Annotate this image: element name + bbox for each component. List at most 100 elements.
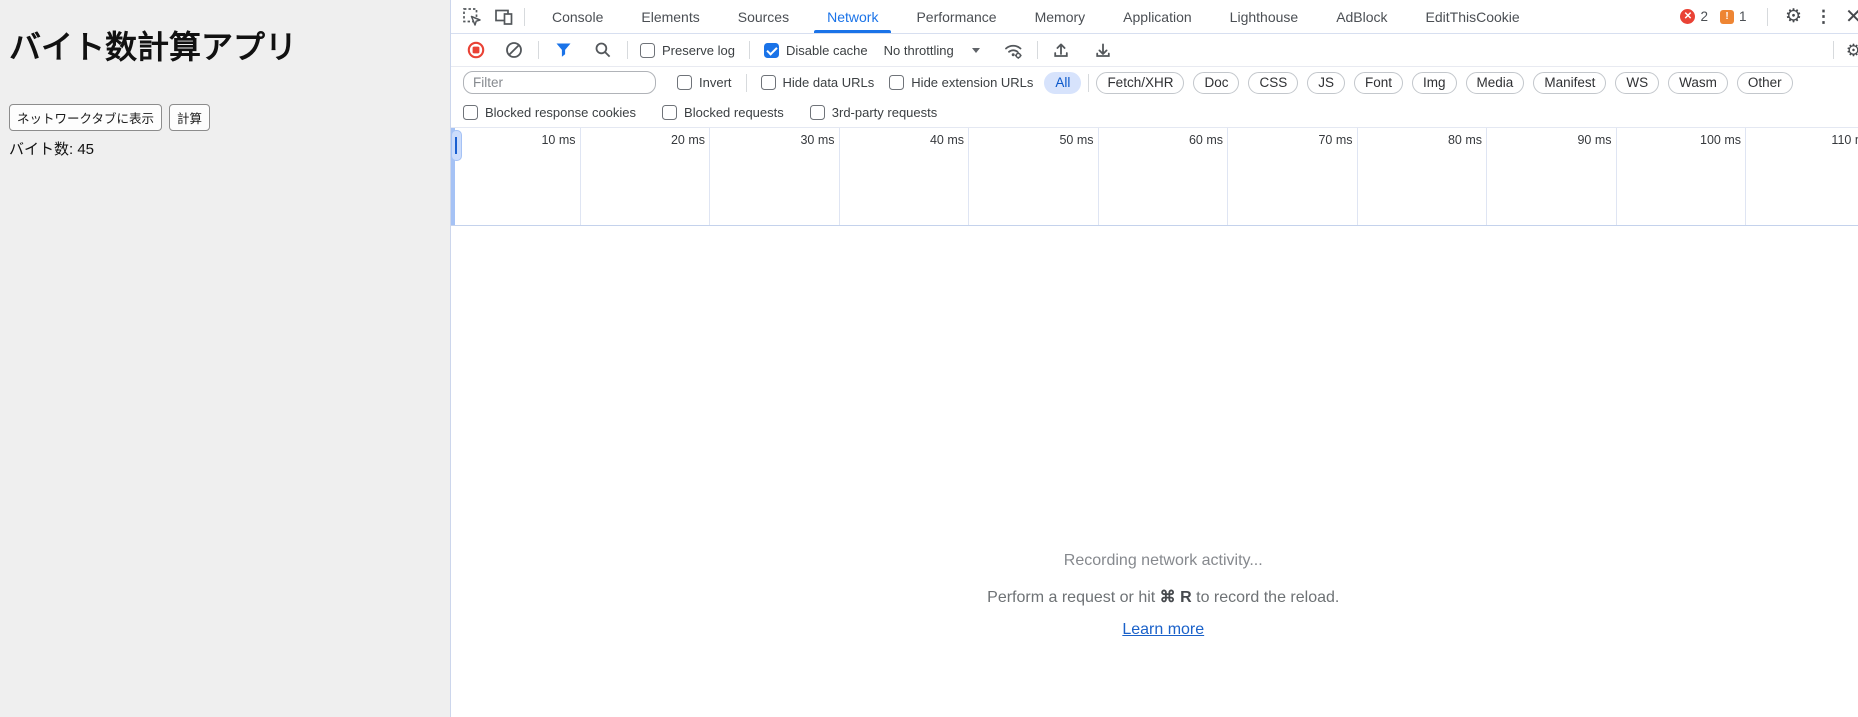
timeline-left-drag-handle[interactable] [451, 128, 455, 225]
pill-manifest[interactable]: Manifest [1533, 72, 1606, 94]
tab-elements[interactable]: Elements [622, 0, 718, 33]
checkbox-unchecked [761, 75, 776, 90]
disable-cache-label: Disable cache [786, 43, 868, 58]
blocked-response-cookies-checkbox[interactable]: Blocked response cookies [463, 105, 636, 120]
import-har-icon[interactable] [1049, 38, 1073, 62]
tab-application[interactable]: Application [1104, 0, 1211, 33]
button-row: ネットワークタブに表示 計算 [9, 104, 450, 131]
devtools-tabbar: Console Elements Sources Network Perform… [451, 0, 1858, 34]
tab-memory[interactable]: Memory [1016, 0, 1105, 33]
pill-js[interactable]: JS [1307, 72, 1345, 94]
export-har-icon[interactable] [1091, 38, 1115, 62]
kebab-menu-icon[interactable]: ⋮ [1812, 5, 1836, 29]
warning-count: 1 [1739, 9, 1747, 24]
blocked-response-cookies-label: Blocked response cookies [485, 105, 636, 120]
tab-adblock[interactable]: AdBlock [1317, 0, 1406, 33]
hint-text-pre: Perform a request or hit [987, 589, 1160, 606]
pill-ws[interactable]: WS [1615, 72, 1659, 94]
perform-request-hint: Perform a request or hit ⌘ R to record t… [451, 587, 1858, 607]
third-party-requests-checkbox[interactable]: 3rd-party requests [810, 105, 938, 120]
separator [627, 41, 628, 59]
calculate-button[interactable]: 計算 [169, 104, 210, 131]
pill-img[interactable]: Img [1412, 72, 1457, 94]
tab-lighthouse[interactable]: Lighthouse [1211, 0, 1318, 33]
separator [524, 8, 525, 26]
separator [749, 41, 750, 59]
tabbar-right-controls: ✕ 2 ! 1 ⚙ ⋮ ✕ [1680, 5, 1858, 29]
warning-icon: ! [1720, 10, 1734, 24]
throttling-dropdown[interactable]: No throttling [884, 43, 980, 58]
tab-sources[interactable]: Sources [719, 0, 808, 33]
checkbox-checked [764, 43, 779, 58]
hide-data-urls-checkbox[interactable]: Hide data URLs [761, 75, 875, 90]
separator [1767, 8, 1768, 26]
separator [1037, 41, 1038, 59]
pill-wasm[interactable]: Wasm [1668, 72, 1728, 94]
tab-performance[interactable]: Performance [897, 0, 1015, 33]
invert-checkbox[interactable]: Invert [677, 75, 732, 90]
preserve-log-label: Preserve log [662, 43, 735, 58]
inspect-element-icon[interactable] [460, 5, 484, 29]
search-icon[interactable] [591, 38, 615, 62]
pill-doc[interactable]: Doc [1193, 72, 1239, 94]
cmd-key: ⌘ [1160, 589, 1176, 606]
timeline-tick: 100 ms [1617, 128, 1747, 225]
empty-state: Recording network activity... Perform a … [451, 226, 1858, 639]
separator [746, 74, 747, 92]
pill-all[interactable]: All [1044, 72, 1081, 94]
show-in-network-tab-button[interactable]: ネットワークタブに表示 [9, 104, 162, 131]
pill-other[interactable]: Other [1737, 72, 1793, 94]
r-key: R [1180, 589, 1192, 606]
pill-css[interactable]: CSS [1248, 72, 1298, 94]
browser-window: バイト数計算アプリ ネットワークタブに表示 計算 バイト数: 45 [0, 0, 1858, 717]
filter-funnel-icon[interactable] [551, 38, 575, 62]
third-party-requests-label: 3rd-party requests [832, 105, 938, 120]
invert-label: Invert [699, 75, 732, 90]
preserve-log-checkbox[interactable]: Preserve log [640, 43, 735, 58]
error-badge[interactable]: ✕ 2 [1680, 9, 1708, 24]
tab-network[interactable]: Network [808, 0, 897, 33]
byte-count-text: バイト数: 45 [9, 138, 450, 159]
device-toolbar-icon[interactable] [492, 5, 516, 29]
hide-extension-urls-checkbox[interactable]: Hide extension URLs [889, 75, 1033, 90]
timeline-tick: 90 ms [1487, 128, 1617, 225]
timeline-tick: 60 ms [1099, 128, 1229, 225]
record-network-log-icon[interactable] [464, 38, 488, 62]
timeline-tick: 20 ms [581, 128, 711, 225]
filter-input[interactable] [463, 71, 656, 94]
error-count: 2 [1700, 9, 1708, 24]
hide-extension-urls-label: Hide extension URLs [911, 75, 1033, 90]
timeline-tick: 70 ms [1228, 128, 1358, 225]
timeline-tick: 40 ms [840, 128, 970, 225]
pill-font[interactable]: Font [1354, 72, 1403, 94]
settings-gear-icon[interactable]: ⚙ [1782, 5, 1806, 29]
timeline-tick: 80 ms [1358, 128, 1488, 225]
network-conditions-icon[interactable] [1002, 38, 1026, 62]
blocked-requests-checkbox[interactable]: Blocked requests [662, 105, 784, 120]
request-type-pills: All Fetch/XHR Doc CSS JS Font Img Media … [1044, 72, 1792, 94]
network-toolbar: Preserve log Disable cache No throttling [451, 34, 1858, 67]
tab-editthiscookie[interactable]: EditThisCookie [1407, 0, 1539, 33]
network-options-row: Blocked response cookies Blocked request… [451, 98, 1858, 128]
page-title: バイト数計算アプリ [9, 0, 450, 68]
network-timeline-overview[interactable]: 10 ms 20 ms 30 ms 40 ms 50 ms 60 ms 70 m… [451, 128, 1858, 226]
pill-media[interactable]: Media [1466, 72, 1525, 94]
network-request-list-area: Recording network activity... Perform a … [451, 226, 1858, 717]
pill-fetch-xhr[interactable]: Fetch/XHR [1096, 72, 1184, 94]
timeline-tick: 30 ms [710, 128, 840, 225]
timeline-grid: 10 ms 20 ms 30 ms 40 ms 50 ms 60 ms 70 m… [451, 128, 1858, 225]
recording-activity-text: Recording network activity... [451, 552, 1858, 570]
error-icon: ✕ [1680, 9, 1695, 24]
network-settings-gear-icon[interactable]: ⚙ [1842, 38, 1858, 62]
tab-console[interactable]: Console [533, 0, 622, 33]
network-filter-row: Invert Hide data URLs Hide extension URL… [451, 67, 1858, 98]
learn-more-link[interactable]: Learn more [1122, 621, 1204, 639]
chevron-down-icon [972, 48, 980, 53]
drag-grip[interactable] [451, 130, 462, 161]
warning-badge[interactable]: ! 1 [1720, 9, 1747, 24]
clear-network-log-icon[interactable] [502, 38, 526, 62]
disable-cache-checkbox[interactable]: Disable cache [764, 43, 868, 58]
close-devtools-icon[interactable]: ✕ [1842, 5, 1858, 29]
hide-data-urls-label: Hide data URLs [783, 75, 875, 90]
separator [1833, 41, 1834, 59]
